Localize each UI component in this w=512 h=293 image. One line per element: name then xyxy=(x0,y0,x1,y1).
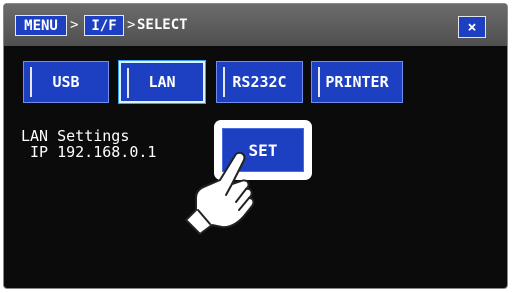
breadcrumb-menu[interactable]: MENU xyxy=(15,15,67,36)
tab-marker xyxy=(223,67,225,97)
tab-marker xyxy=(127,68,129,98)
pointing-hand-icon xyxy=(185,151,255,235)
close-button[interactable]: × xyxy=(458,16,486,38)
breadcrumb-separator: > xyxy=(70,17,79,33)
ip-address: IP 192.168.0.1 xyxy=(30,143,157,161)
tab-rs232c[interactable]: RS232C xyxy=(216,61,303,103)
device-screen: MENU > I/F > SELECT × USB LAN RS232C PRI… xyxy=(3,3,508,289)
tab-lan[interactable]: LAN xyxy=(119,61,205,103)
breadcrumb-separator: > xyxy=(127,17,136,33)
tab-marker xyxy=(318,67,320,97)
tab-marker xyxy=(30,67,32,97)
tab-printer[interactable]: PRINTER xyxy=(311,61,403,103)
tab-rs232c-label: RS232C xyxy=(232,73,287,91)
tab-lan-label: LAN xyxy=(148,73,176,91)
tab-usb-label: USB xyxy=(52,73,80,91)
breadcrumb-current: SELECT xyxy=(137,17,188,33)
breadcrumb-interface[interactable]: I/F xyxy=(84,15,124,36)
tab-printer-label: PRINTER xyxy=(325,73,389,91)
lan-settings-title: LAN Settings xyxy=(21,127,130,145)
title-bar: MENU > I/F > SELECT × xyxy=(4,4,507,46)
tab-usb[interactable]: USB xyxy=(23,61,109,103)
